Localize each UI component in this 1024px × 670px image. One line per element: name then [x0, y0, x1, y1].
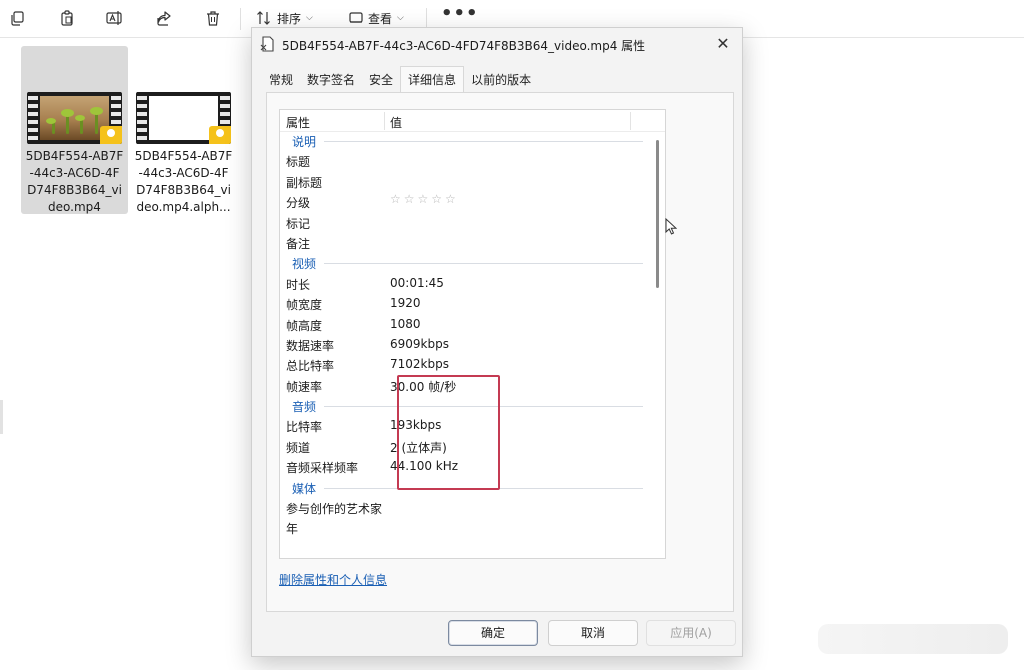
- copy-icon[interactable]: [4, 6, 30, 30]
- table-row[interactable]: 副标题: [280, 171, 665, 191]
- seedling-image: [40, 96, 109, 140]
- table-row[interactable]: 标记: [280, 212, 665, 232]
- close-icon: ✕: [716, 34, 730, 53]
- mouse-cursor-icon: [665, 217, 678, 239]
- remove-properties-link[interactable]: 删除属性和个人信息: [279, 571, 387, 588]
- table-row[interactable]: 数据速率 6909kbps: [280, 334, 665, 354]
- video-spec-highlight-box: [397, 375, 500, 490]
- file-item-alpha-video[interactable]: 5DB4F554-AB7F -44c3-AC6D-4F D74F8B3B64_v…: [130, 46, 237, 214]
- column-header-property[interactable]: 属性: [286, 114, 310, 131]
- window-edge: [0, 400, 3, 434]
- share-icon[interactable]: [151, 6, 177, 30]
- view-icon: [349, 12, 363, 23]
- video-thumbnail: [27, 92, 122, 144]
- column-header-value[interactable]: 值: [390, 114, 402, 131]
- tab-previous-versions[interactable]: 以前的版本: [464, 66, 538, 92]
- player-badge-icon: [100, 126, 122, 144]
- tab-details[interactable]: 详细信息: [400, 66, 465, 93]
- cancel-button[interactable]: 取消: [548, 620, 638, 646]
- tab-digital-signatures[interactable]: 数字签名: [300, 66, 362, 92]
- chevron-down-icon: ⌵: [397, 13, 404, 23]
- close-button[interactable]: ✕: [712, 33, 734, 55]
- properties-dialog: 5DB4F554-AB7F-44c3-AC6D-4FD74F8B3B64_vid…: [251, 27, 743, 657]
- blank-frame: [149, 96, 218, 140]
- dialog-titlebar: 5DB4F554-AB7F-44c3-AC6D-4FD74F8B3B64_vid…: [252, 28, 742, 60]
- player-badge-icon: [209, 126, 231, 144]
- table-row[interactable]: 年: [280, 517, 665, 537]
- details-panel: 属性 值 说明 标题 副标题 分级 ☆☆☆☆☆ 标记 备注 视频 时长 00:01:…: [266, 92, 734, 612]
- watermark: [818, 624, 1008, 654]
- sort-label: 排序: [277, 11, 302, 26]
- toolbar-separator: [240, 8, 241, 30]
- file-name: 5DB4F554-AB7F -44c3-AC6D-4F D74F8B3B64_v…: [25, 149, 124, 214]
- dialog-title: 5DB4F554-AB7F-44c3-AC6D-4FD74F8B3B64_vid…: [282, 39, 646, 53]
- video-thumbnail: [136, 92, 231, 144]
- chevron-down-icon: ⌵: [306, 13, 313, 23]
- paste-icon[interactable]: [54, 6, 80, 30]
- rename-icon[interactable]: [102, 6, 128, 30]
- sort-icon: [257, 11, 270, 25]
- view-label: 查看: [368, 11, 393, 26]
- table-row[interactable]: 帧宽度 1920: [280, 293, 665, 313]
- table-row[interactable]: 备注: [280, 232, 665, 252]
- delete-icon[interactable]: [200, 6, 226, 30]
- rating-stars[interactable]: ☆☆☆☆☆: [390, 192, 459, 206]
- apply-button[interactable]: 应用(A): [646, 620, 736, 646]
- ok-button[interactable]: 确定: [448, 620, 538, 646]
- group-header-video: 视频: [280, 252, 665, 272]
- tab-strip: 常规 数字签名 安全 详细信息 以前的版本: [262, 66, 538, 93]
- table-row[interactable]: 标题: [280, 150, 665, 170]
- tab-general[interactable]: 常规: [262, 66, 300, 92]
- properties-list[interactable]: 属性 值 说明 标题 副标题 分级 ☆☆☆☆☆ 标记 备注 视频 时长 00:01:…: [279, 109, 666, 559]
- video-file-icon: [260, 36, 276, 55]
- table-row[interactable]: 帧高度 1080: [280, 314, 665, 334]
- tab-security[interactable]: 安全: [362, 66, 400, 92]
- vertical-scrollbar[interactable]: [656, 140, 659, 288]
- list-header: 属性 值: [280, 110, 665, 132]
- more-options-button[interactable]: •••: [441, 3, 479, 24]
- file-name: 5DB4F554-AB7F -44c3-AC6D-4F D74F8B3B64_v…: [134, 149, 233, 214]
- table-row[interactable]: 总比特率 7102kbps: [280, 354, 665, 374]
- file-item-video[interactable]: 5DB4F554-AB7F -44c3-AC6D-4F D74F8B3B64_v…: [21, 46, 128, 214]
- table-row[interactable]: 时长 00:01:45: [280, 273, 665, 293]
- group-header-description: 说明: [280, 130, 665, 150]
- table-row[interactable]: 分级 ☆☆☆☆☆: [280, 191, 665, 211]
- table-row[interactable]: 参与创作的艺术家: [280, 497, 665, 517]
